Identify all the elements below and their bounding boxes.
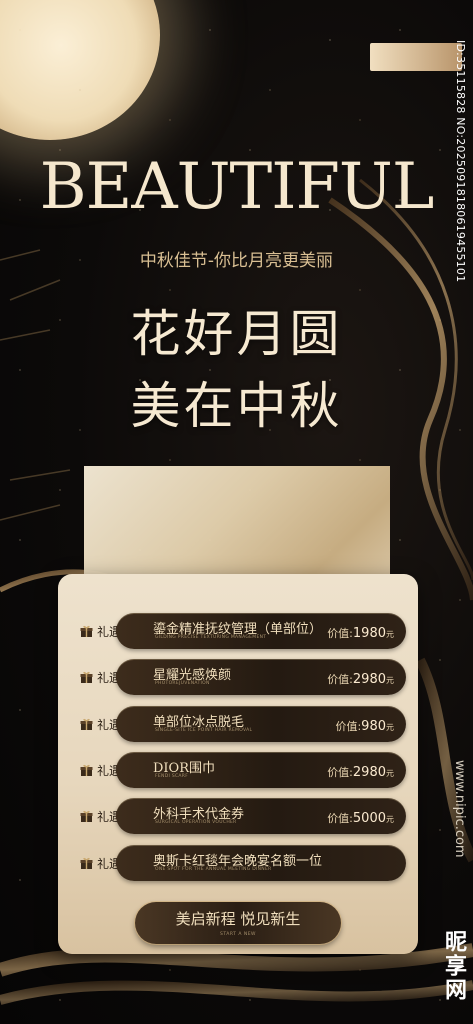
gift-box-icon — [80, 764, 93, 777]
gift-box-icon — [80, 625, 93, 638]
cta-button[interactable]: 美启新程 悦见新生 START A NEW — [135, 902, 341, 944]
gift-price-prefix: 价值: — [327, 673, 353, 687]
gift-price-unit: 元 — [386, 676, 394, 686]
gift-price: 价值:5000元 — [327, 810, 394, 826]
gift-price-prefix: 价值: — [327, 765, 353, 779]
gift-price-prefix: 价值: — [327, 812, 353, 826]
gift-price-value: 2980 — [352, 672, 386, 688]
watermark-site: www.nipic.com — [452, 760, 467, 858]
gift-item: 单部位冰点脱毛 SINGLE-SITE ICE POINT HAIR REMOVA… — [116, 705, 406, 742]
gift-price-value: 980 — [361, 718, 386, 734]
gift-item: 奥斯卡红毯年会晚宴名额一位 ONE SPOT FOR THE ANNUAL MEE… — [116, 844, 406, 881]
headline-line-1: 花好月圆 — [130, 305, 343, 363]
full-moon-image — [0, 0, 160, 140]
gift-price-prefix: 价值: — [335, 719, 362, 733]
gift-box-icon — [80, 718, 93, 731]
gift-price-value: 5000 — [352, 811, 386, 827]
gift-english-name: ONE SPOT FOR THE ANNUAL MEETING DINNER — [155, 866, 272, 872]
gift-box-icon — [80, 671, 93, 684]
gift-english-name: SINGLE-SITE ICE POINT HAIR REMOVAL — [155, 727, 253, 733]
gift-price: 价值:2980元 — [327, 764, 394, 780]
poster-title: BEAUTIFUL — [39, 150, 435, 224]
gift-item: 星耀光感焕颜 PHOTOREJUVENATION 价值:2980元 — [116, 659, 406, 696]
poster-subtitle: 中秋佳节-你比月亮更美丽 — [139, 251, 334, 271]
gift-english-name: SURGICAL OPERATION VOUCHER — [155, 820, 237, 826]
gift-price-unit: 元 — [386, 630, 394, 639]
gift-english-name: FENDI SCARF — [155, 773, 189, 779]
gift-box-icon — [80, 857, 93, 870]
cta-label: 美启新程 悦见新生 — [175, 910, 301, 928]
gift-price: 价值:980元 — [335, 718, 394, 734]
gift-price-value: 1980 — [352, 626, 386, 641]
gift-english-name: GILDING PRECISE TEXTURING MANAGEMENT — [155, 635, 267, 640]
top-right-tag-bar — [370, 43, 462, 71]
headline-line-2: 美在中秋 — [130, 377, 343, 435]
gift-price: 价值:1980元 — [327, 625, 394, 641]
gift-price: 价值:2980元 — [327, 671, 394, 687]
poster: ID:35115828 NO:20250918180619455101 BEAU… — [0, 0, 473, 1024]
gift-item: 鎏金精准抚纹管理（单部位） GILDING PRECISE TEXTURING M… — [116, 613, 406, 649]
gift-item: DIOR围巾 FENDI SCARF 价值:2980元 — [116, 751, 406, 788]
gift-price-unit: 元 — [386, 722, 394, 732]
gift-english-name: PHOTOREJUVENATION — [155, 681, 210, 687]
gift-box-icon — [80, 810, 93, 823]
gift-item: 外科手术代金券 SURGICAL OPERATION VOUCHER 价值:5000… — [116, 798, 406, 835]
watermark-brand: 昵享网 — [441, 930, 467, 1002]
gift-price-unit: 元 — [386, 815, 394, 825]
gift-price-value: 2980 — [352, 764, 386, 780]
gift-price-unit: 元 — [386, 768, 394, 778]
gift-price-prefix: 价值: — [327, 627, 353, 640]
cta-sub: START A NEW — [220, 932, 256, 937]
